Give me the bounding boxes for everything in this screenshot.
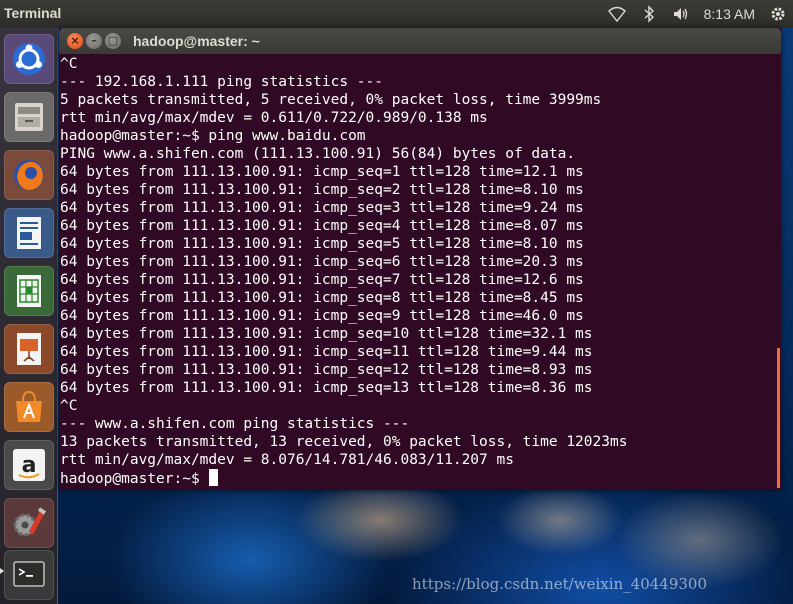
watermark-text: https://blog.csdn.net/weixin_40449300 — [412, 575, 708, 593]
settings-gear-icon[interactable] — [769, 5, 787, 23]
ubuntu-dash-icon[interactable] — [4, 34, 54, 84]
terminal-line: --- www.a.shifen.com ping statistics --- — [60, 416, 410, 432]
window-titlebar[interactable]: × – □ hadoop@master: ~ — [59, 28, 781, 54]
terminal-line: 64 bytes from 111.13.100.91: icmp_seq=1 … — [60, 164, 584, 180]
svg-text:a: a — [22, 453, 37, 478]
volume-icon[interactable] — [672, 5, 690, 23]
libreoffice-calc-icon[interactable] — [4, 266, 54, 316]
files-icon[interactable] — [4, 92, 54, 142]
window-title: hadoop@master: ~ — [133, 33, 260, 49]
terminal-line: rtt min/avg/max/mdev = 8.076/14.781/46.0… — [60, 452, 514, 468]
terminal-line: 64 bytes from 111.13.100.91: icmp_seq=3 … — [60, 200, 584, 216]
terminal-line: ^C — [60, 398, 78, 414]
terminal-line: --- 192.168.1.111 ping statistics --- — [60, 74, 384, 90]
terminal-icon[interactable] — [4, 550, 54, 600]
shell-prompt: hadoop@master:~$ — [60, 471, 209, 487]
amazon-icon[interactable]: a — [4, 440, 54, 490]
terminal-line: 64 bytes from 111.13.100.91: icmp_seq=11… — [60, 344, 593, 360]
indicator-area: 8:13 AM — [607, 4, 787, 24]
terminal-prompt-line[interactable]: hadoop@master:~$ — [60, 469, 776, 487]
firefox-icon[interactable] — [4, 150, 54, 200]
terminal-output[interactable]: ^C --- 192.168.1.111 ping statistics --- 5… — [60, 55, 776, 490]
wifi-icon[interactable] — [607, 5, 626, 23]
terminal-line: 64 bytes from 111.13.100.91: icmp_seq=13… — [60, 380, 593, 396]
terminal-line: 5 packets transmitted, 5 received, 0% pa… — [60, 92, 602, 108]
terminal-line: 64 bytes from 111.13.100.91: icmp_seq=9 … — [60, 308, 584, 324]
terminal-line: 64 bytes from 111.13.100.91: icmp_seq=7 … — [60, 272, 584, 288]
terminal-line: 64 bytes from 111.13.100.91: icmp_seq=8 … — [60, 290, 584, 306]
text-cursor — [209, 469, 219, 486]
system-settings-icon[interactable] — [4, 498, 54, 548]
terminal-window[interactable]: × – □ hadoop@master: ~ ^C --- 192.168.1.1… — [59, 28, 781, 490]
libreoffice-writer-icon[interactable] — [4, 208, 54, 258]
libreoffice-impress-icon[interactable] — [4, 324, 54, 374]
scrollbar[interactable] — [777, 348, 780, 488]
terminal-line: 64 bytes from 111.13.100.91: icmp_seq=12… — [60, 362, 593, 378]
terminal-line: hadoop@master:~$ ping www.baidu.com — [60, 128, 366, 144]
software-center-icon[interactable] — [4, 382, 54, 432]
running-indicator — [0, 568, 4, 574]
terminal-line: 64 bytes from 111.13.100.91: icmp_seq=6 … — [60, 254, 584, 270]
terminal-line: 64 bytes from 111.13.100.91: icmp_seq=5 … — [60, 236, 584, 252]
minimize-button[interactable]: – — [86, 33, 102, 49]
terminal-line: 64 bytes from 111.13.100.91: icmp_seq=10… — [60, 326, 593, 342]
terminal-line: 64 bytes from 111.13.100.91: icmp_seq=4 … — [60, 218, 584, 234]
launcher: a — [0, 28, 58, 604]
terminal-line: ^C — [60, 56, 78, 72]
active-app-name: Terminal — [4, 5, 62, 21]
terminal-line: 13 packets transmitted, 13 received, 0% … — [60, 434, 628, 450]
terminal-line: rtt min/avg/max/mdev = 0.611/0.722/0.989… — [60, 110, 488, 126]
bluetooth-icon[interactable] — [640, 5, 658, 23]
top-panel: Terminal 8:13 AM — [0, 0, 793, 28]
clock-label[interactable]: 8:13 AM — [704, 6, 755, 22]
terminal-line: 64 bytes from 111.13.100.91: icmp_seq=2 … — [60, 182, 584, 198]
maximize-button[interactable]: □ — [105, 33, 121, 49]
terminal-line: PING www.a.shifen.com (111.13.100.91) 56… — [60, 146, 576, 162]
close-button[interactable]: × — [67, 33, 83, 49]
